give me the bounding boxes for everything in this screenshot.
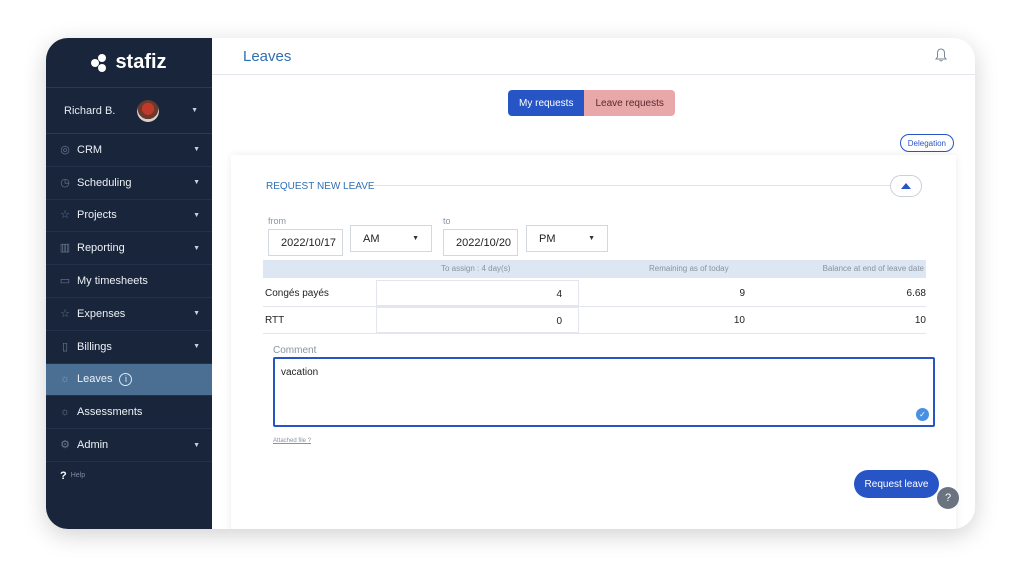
star-icon: ☆	[60, 307, 70, 320]
stafiz-logo-icon	[91, 53, 109, 72]
sidebar-item-label: Reporting	[77, 242, 125, 255]
column-assign: To assign : 4 day(s)	[441, 264, 511, 273]
chevron-down-icon: ▼	[193, 441, 200, 449]
chevron-down-icon: ▼	[193, 310, 200, 318]
table-row: Congés payés 4 9 6.68	[263, 280, 926, 307]
sidebar-item-label: Projects	[77, 209, 117, 222]
sidebar: stafiz Richard B. ▼ ◎ CRM ▼ ◷ Scheduling…	[46, 38, 212, 529]
remaining-value: 10	[733, 315, 745, 326]
chevron-down-icon: ▼	[193, 244, 200, 252]
sidebar-item-label: Expenses	[77, 307, 126, 320]
from-date-value: 2022/10/17	[281, 236, 337, 249]
request-leave-card: REQUEST NEW LEAVE from to 2022/10/17 AM …	[231, 155, 956, 529]
leave-type: RTT	[265, 315, 285, 326]
sidebar-item-assessments[interactable]: ☼ Assessments	[46, 396, 212, 430]
request-leave-button[interactable]: Request leave	[854, 470, 939, 498]
sidebar-item-label: CRM	[77, 143, 103, 156]
sidebar-item-admin[interactable]: ⚙ Admin ▼	[46, 429, 212, 462]
app-window: stafiz Richard B. ▼ ◎ CRM ▼ ◷ Scheduling…	[46, 38, 975, 529]
info-icon[interactable]: i	[119, 372, 133, 386]
from-date-input[interactable]: 2022/10/17	[268, 229, 343, 256]
to-date-value: 2022/10/20	[456, 236, 512, 249]
column-remaining: Remaining as of today	[649, 264, 729, 273]
assign-input[interactable]: 4	[376, 280, 579, 306]
leave-table-header: To assign : 4 day(s) Remaining as of tod…	[263, 260, 926, 278]
sidebar-item-label: Assessments	[77, 406, 143, 419]
main-content: Leaves My requests Leave requests Delega…	[212, 38, 975, 529]
delegation-button[interactable]: Delegation	[899, 134, 954, 152]
column-balance: Balance at end of leave date	[822, 264, 924, 273]
to-label: to	[443, 216, 451, 226]
star-icon: ☆	[60, 209, 70, 222]
clock-icon: ◷	[60, 176, 70, 189]
sidebar-item-expenses[interactable]: ☆ Expenses ▼	[46, 298, 212, 331]
comment-textarea[interactable]: vacation ✓	[273, 357, 935, 427]
topbar: Leaves	[212, 38, 975, 75]
comment-value: vacation	[281, 367, 319, 378]
sun-icon: ☼	[59, 406, 71, 419]
help-circle-icon[interactable]: ?	[937, 487, 959, 509]
from-period-select[interactable]: AM ▼	[350, 225, 432, 252]
to-date-input[interactable]: 2022/10/20	[443, 229, 518, 256]
sidebar-item-label: Scheduling	[77, 176, 132, 189]
sidebar-item-scheduling[interactable]: ◷ Scheduling ▼	[46, 167, 212, 200]
user-name: Richard B.	[64, 104, 116, 117]
balance-value: 10	[914, 315, 926, 326]
section-divider	[373, 185, 891, 186]
tab-leave-requests[interactable]: Leave requests	[584, 90, 675, 116]
sidebar-item-projects[interactable]: ☆ Projects ▼	[46, 200, 212, 233]
sidebar-item-label: Admin	[77, 439, 109, 452]
to-period-value: PM	[539, 232, 556, 245]
bell-icon[interactable]	[935, 47, 947, 65]
request-tabs: My requests Leave requests	[508, 90, 675, 116]
brand-logo[interactable]: stafiz	[46, 38, 212, 88]
avatar	[137, 99, 160, 122]
brand-name: stafiz	[115, 51, 167, 73]
table-row: RTT 0 10 10	[263, 307, 926, 334]
leave-type: Congés payés	[265, 288, 329, 299]
sidebar-item-crm[interactable]: ◎ CRM ▼	[46, 134, 212, 167]
chart-icon: ▥	[59, 242, 71, 255]
chevron-down-icon: ▼	[193, 211, 200, 219]
chevron-down-icon: ▼	[588, 235, 595, 242]
tab-my-requests[interactable]: My requests	[508, 90, 585, 116]
calendar-icon: ▭	[59, 275, 71, 288]
sidebar-item-label: Billings	[77, 340, 112, 353]
section-title: REQUEST NEW LEAVE	[266, 181, 375, 192]
chevron-down-icon: ▼	[193, 146, 200, 154]
chevron-down-icon: ▼	[191, 107, 198, 114]
sidebar-item-leaves[interactable]: ☼ Leaves i	[46, 363, 212, 397]
assign-input[interactable]: 0	[376, 307, 579, 333]
chevron-up-icon	[901, 183, 911, 189]
sun-icon: ☼	[59, 373, 71, 386]
attached-file-link[interactable]: Attached file ?	[273, 438, 311, 444]
gear-icon: ⚙	[60, 439, 70, 452]
help-label: Help	[70, 472, 86, 480]
user-circle-icon: ◎	[60, 143, 70, 156]
check-icon: ✓	[916, 408, 929, 421]
from-label: from	[268, 216, 286, 226]
balance-value: 6.68	[906, 288, 926, 299]
sidebar-item-my-timesheets[interactable]: ▭ My timesheets	[46, 265, 212, 298]
collapse-button[interactable]	[890, 175, 922, 197]
help-link[interactable]: ? Help	[46, 462, 212, 490]
sidebar-item-label: My timesheets	[77, 275, 148, 288]
sidebar-item-label: Leaves	[77, 373, 113, 386]
sidebar-item-billings[interactable]: ▯ Billings ▼	[46, 331, 212, 364]
chevron-down-icon: ▼	[193, 179, 200, 187]
remaining-value: 9	[739, 288, 745, 299]
user-menu[interactable]: Richard B. ▼	[46, 88, 212, 134]
to-period-select[interactable]: PM ▼	[526, 225, 608, 252]
chevron-down-icon: ▼	[412, 235, 419, 242]
help-icon: ?	[60, 469, 67, 482]
comment-label: Comment	[273, 345, 317, 356]
sidebar-item-reporting[interactable]: ▥ Reporting ▼	[46, 232, 212, 266]
document-icon: ▯	[61, 340, 69, 353]
chevron-down-icon: ▼	[193, 343, 200, 351]
page-title: Leaves	[243, 47, 292, 65]
from-period-value: AM	[363, 232, 380, 245]
